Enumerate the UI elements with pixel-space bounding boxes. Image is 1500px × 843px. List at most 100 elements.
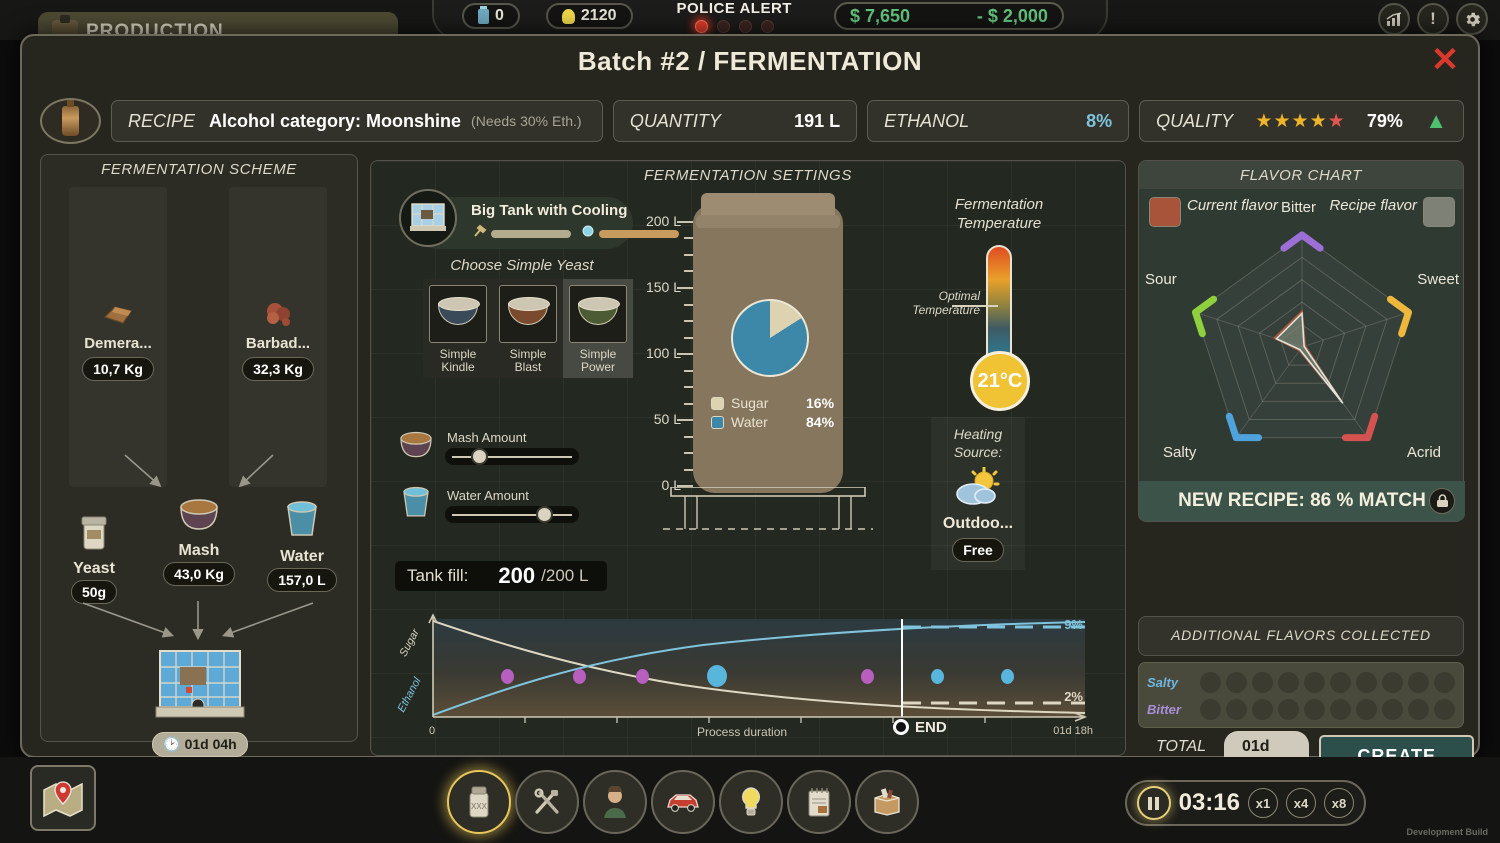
- heating-source-name: Outdoo...: [931, 515, 1025, 533]
- flavor-slot[interactable]: [1304, 699, 1325, 720]
- fermentation-settings-panel: FERMENTATION SETTINGS Big Tank with Cool…: [370, 160, 1126, 756]
- nav-button-research[interactable]: [719, 770, 783, 834]
- nav-button-staff[interactable]: [583, 770, 647, 834]
- quality-star: ★: [1273, 110, 1290, 133]
- flavor-slot[interactable]: [1356, 672, 1377, 693]
- nav-button-equipment[interactable]: [515, 770, 579, 834]
- jar-counter[interactable]: 0: [462, 3, 520, 29]
- trend-up-icon: ▲: [1425, 108, 1447, 134]
- chart-icon[interactable]: [1378, 3, 1410, 35]
- flavor-row-label: Bitter: [1147, 702, 1195, 717]
- exclamation-icon[interactable]: !: [1417, 3, 1449, 35]
- quantity-field[interactable]: QUANTITY 191 L: [613, 100, 857, 142]
- flavor-slot[interactable]: [1252, 672, 1273, 693]
- legend-value: 16%: [806, 395, 834, 411]
- speed-x4-button[interactable]: x4: [1286, 788, 1316, 818]
- bulb-count: 2120: [581, 7, 617, 25]
- speed-x1-button[interactable]: x1: [1248, 788, 1278, 818]
- box-icon: [871, 788, 903, 816]
- fermentation-process-chart: Sugar Ethanol: [399, 613, 1099, 745]
- money-amount: $ 7,650: [850, 6, 910, 27]
- yeast-options: Simple Kindle Simple Blast Simple Power: [423, 279, 633, 378]
- optimal-temp-label: Optimal Temperature: [896, 289, 980, 317]
- money-display[interactable]: $ 7,650 - $ 2,000: [834, 2, 1064, 30]
- quality-star: ★: [1255, 110, 1272, 133]
- mash-amount-slider[interactable]: [445, 448, 579, 465]
- total-time-label-line1: TOTAL: [1148, 738, 1214, 756]
- chart-axes: [427, 613, 1091, 725]
- batch-summary-row: RECIPE Alcohol category: Moonshine (Need…: [40, 98, 1464, 144]
- mash-amount-control: Mash Amount: [395, 425, 579, 465]
- svg-text:XXX: XXX: [471, 802, 488, 811]
- heating-source-widget[interactable]: Heating Source: Outdoo... Free: [931, 417, 1025, 570]
- close-icon[interactable]: ✕: [1430, 48, 1460, 78]
- flavor-slot[interactable]: [1252, 699, 1273, 720]
- flavor-slot[interactable]: [1382, 672, 1403, 693]
- tank-selector[interactable]: Big Tank with Cooling: [411, 197, 633, 249]
- flavor-slot[interactable]: [1408, 672, 1429, 693]
- flavor-slot[interactable]: [1434, 699, 1455, 720]
- node-label: Mash: [154, 542, 244, 560]
- flavor-slot[interactable]: [1330, 699, 1351, 720]
- node-mash[interactable]: Mash 43,0 Kg: [154, 495, 244, 586]
- flavor-slot[interactable]: [1382, 699, 1403, 720]
- flavor-slot[interactable]: [1330, 672, 1351, 693]
- flavor-slot[interactable]: [1200, 699, 1221, 720]
- flavor-slot[interactable]: [1408, 699, 1429, 720]
- flavor-slot[interactable]: [1226, 699, 1247, 720]
- police-dot: [717, 20, 730, 33]
- pause-icon[interactable]: [1137, 786, 1171, 820]
- speed-x8-button[interactable]: x8: [1324, 788, 1354, 818]
- temperature-widget: Fermentation Temperature Optimal Tempera…: [919, 195, 1079, 365]
- map-pin-icon: [40, 778, 86, 818]
- tank-durability-bar: [491, 230, 571, 238]
- yeast-option-simple-kindle[interactable]: Simple Kindle: [423, 279, 493, 378]
- ethanol-field[interactable]: ETHANOL 8%: [867, 100, 1129, 142]
- money-delta: - $ 2,000: [977, 6, 1048, 27]
- water-slider-knob[interactable]: [536, 506, 553, 523]
- flavor-slot[interactable]: [1226, 672, 1247, 693]
- node-water[interactable]: Water 157,0 L: [257, 499, 347, 592]
- ethanol-label: ETHANOL: [884, 111, 969, 132]
- nav-button-production[interactable]: XXX: [447, 770, 511, 834]
- lock-icon[interactable]: [1429, 488, 1455, 514]
- quantity-label: QUANTITY: [630, 111, 721, 132]
- flavor-slot[interactable]: [1434, 672, 1455, 693]
- quality-field[interactable]: QUALITY ★★★★★ 79% ▲: [1139, 100, 1464, 142]
- flavor-slot[interactable]: [1278, 672, 1299, 693]
- nav-button-notes[interactable]: [787, 770, 851, 834]
- notepad-icon: [806, 786, 832, 818]
- nav-button-inventory[interactable]: [855, 770, 919, 834]
- quality-star: ★: [1310, 110, 1327, 133]
- recipe-label: RECIPE: [128, 111, 195, 132]
- map-button[interactable]: [30, 765, 96, 831]
- tank-fill-value: 200: [498, 563, 535, 589]
- yeast-bowl-icon: [499, 285, 557, 343]
- additional-flavors-slots: Salty Bitter: [1138, 662, 1464, 728]
- bulb-counter[interactable]: 2120: [546, 3, 633, 29]
- water-amount-label: Water Amount: [447, 488, 579, 503]
- flavor-slot[interactable]: [1278, 699, 1299, 720]
- water-amount-slider[interactable]: [445, 506, 579, 523]
- flavor-slot[interactable]: [1304, 672, 1325, 693]
- gear-icon[interactable]: [1456, 3, 1488, 35]
- flavor-slot[interactable]: [1200, 672, 1221, 693]
- flavor-slot[interactable]: [1356, 699, 1377, 720]
- hammer-icon: [473, 224, 487, 243]
- mash-slider-knob[interactable]: [471, 448, 488, 465]
- recipe-match-bar: NEW RECIPE: 86 % MATCH: [1139, 481, 1465, 521]
- yeast-option-simple-blast[interactable]: Simple Blast: [493, 279, 563, 378]
- tank-fill-label: Tank fill:: [407, 566, 468, 586]
- sugar-amount: 32,3 Kg: [242, 357, 314, 381]
- yeast-bowl-icon: [569, 285, 627, 343]
- end-handle[interactable]: [893, 719, 909, 735]
- flavor-slot-row-bitter: Bitter: [1147, 696, 1455, 723]
- quality-star: ★: [1292, 110, 1309, 133]
- thermometer[interactable]: Optimal Temperature 21°C: [986, 245, 1012, 365]
- nav-button-vehicles[interactable]: [651, 770, 715, 834]
- recipe-field[interactable]: RECIPE Alcohol category: Moonshine (Need…: [111, 100, 603, 142]
- scheme-arrows-bottom: [41, 591, 359, 651]
- volume-scale: 200 L 150 L 100 L 50 L 0 L: [621, 221, 693, 489]
- temperature-value: 21°C: [970, 351, 1030, 411]
- chart-y-label-sugar: Sugar: [397, 627, 421, 659]
